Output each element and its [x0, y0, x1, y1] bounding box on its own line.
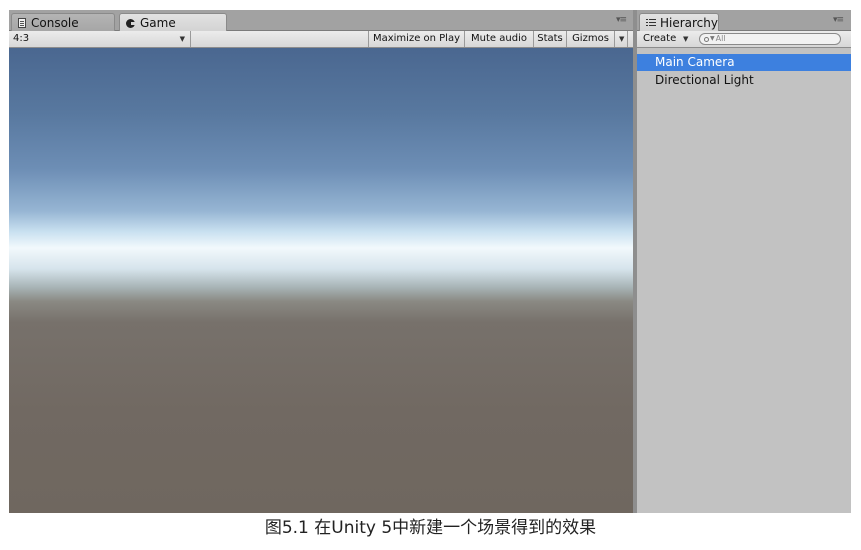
search-filter-icon: ▼ — [710, 35, 715, 42]
gizmos-button[interactable]: Gizmos — [566, 31, 614, 47]
aspect-value: 4:3 — [13, 33, 30, 44]
search-placeholder: All — [715, 34, 726, 43]
tab-hierarchy-label: Hierarchy — [659, 16, 718, 30]
figure-caption: 图5.1 在Unity 5中新建一个场景得到的效果 — [264, 518, 597, 538]
game-icon — [126, 18, 136, 28]
search-input[interactable]: ▼ All — [699, 33, 841, 45]
chevron-down-icon: ▼ — [619, 35, 625, 43]
game-panel: Console Game ▾≡ 4:3 ▼ Maximize on Play M… — [9, 10, 633, 513]
hierarchy-tabbar: Hierarchy ▾≡ — [637, 10, 851, 32]
hierarchy-panel: Hierarchy ▾≡ Create ▼ ▼ All Main Camera … — [637, 10, 851, 513]
tab-console-label: Console — [31, 15, 79, 30]
game-tabbar: Console Game ▾≡ — [9, 10, 633, 32]
mute-audio-button[interactable]: Mute audio — [464, 31, 533, 47]
console-icon — [18, 17, 26, 28]
aspect-dropdown[interactable]: 4:3 ▼ — [9, 31, 191, 47]
hierarchy-item-main-camera[interactable]: Main Camera — [637, 54, 851, 71]
panel-menu-icon[interactable]: ▾≡ — [833, 15, 844, 25]
create-button[interactable]: Create ▼ — [643, 31, 695, 47]
tab-hierarchy[interactable]: Hierarchy — [639, 13, 719, 32]
hierarchy-toolbar: Create ▼ ▼ All — [637, 31, 851, 48]
search-icon — [704, 36, 709, 42]
chevron-down-icon: ▼ — [179, 35, 185, 43]
hierarchy-item-directional-light[interactable]: Directional Light — [637, 72, 851, 89]
game-toolbar: 4:3 ▼ Maximize on Play Mute audio Stats … — [9, 31, 633, 48]
maximize-on-play-button[interactable]: Maximize on Play — [368, 31, 464, 47]
panel-menu-icon[interactable]: ▾≡ — [616, 15, 627, 25]
tab-game-label: Game — [140, 16, 176, 30]
gizmos-dropdown[interactable]: ▼ — [614, 31, 628, 47]
tab-console[interactable]: Console — [11, 13, 115, 31]
tab-game[interactable]: Game — [119, 13, 227, 32]
game-viewport[interactable] — [9, 48, 633, 513]
hierarchy-icon — [646, 18, 656, 28]
stats-button[interactable]: Stats — [533, 31, 566, 47]
create-label: Create — [643, 33, 677, 44]
chevron-down-icon: ▼ — [683, 35, 689, 43]
unity-editor: Console Game ▾≡ 4:3 ▼ Maximize on Play M… — [9, 10, 851, 513]
